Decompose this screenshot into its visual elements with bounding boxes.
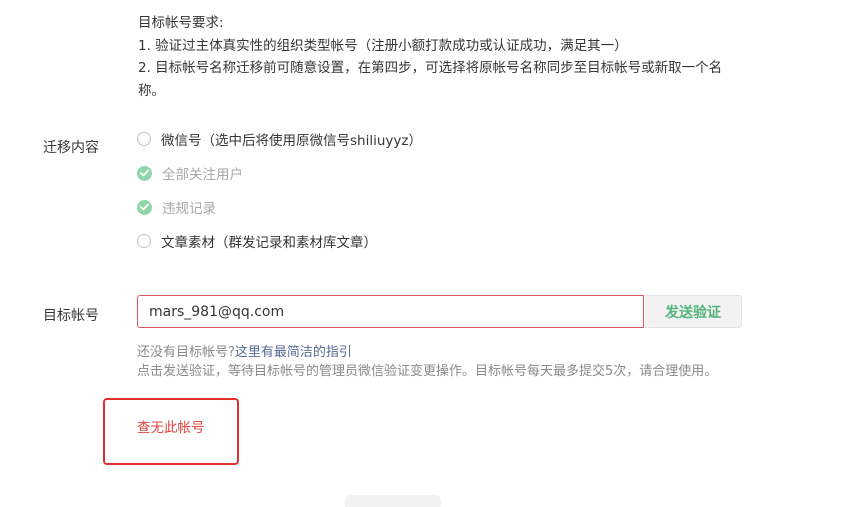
- no-account-text: 还没有目标帐号?: [137, 345, 235, 360]
- requirement-1: 1. 验证过主体真实性的组织类型帐号（注册小额打款成功或认证成功，满足其一）: [138, 37, 628, 54]
- option-wechat-id[interactable]: 微信号（选中后将使用原微信号shiliuyyz）: [137, 129, 422, 149]
- requirements-block: 目标帐号要求: 1. 验证过主体真实性的组织类型帐号（注册小额打款成功或认证成功…: [138, 12, 748, 102]
- requirement-2: 2. 目标帐号名称迁移前可随意设置，在第四步，可选择将原帐号名称同步至目标帐号或…: [138, 60, 723, 99]
- option-label: 全部关注用户: [162, 167, 243, 183]
- verification-note: 点击发送验证，等待目标帐号的管理员微信验证变更操作。目标帐号每天最多提交5次，请…: [137, 364, 718, 379]
- migration-content-label: 迁移内容: [43, 140, 99, 156]
- option-label: 违规记录: [162, 201, 216, 217]
- requirements-title: 目标帐号要求:: [138, 15, 224, 31]
- option-label: 文章素材（群发记录和素材库文章）: [161, 235, 377, 251]
- target-account-label: 目标帐号: [43, 308, 99, 324]
- option-violation-records: 违规记录: [137, 197, 216, 217]
- check-circle-icon: [137, 199, 152, 215]
- radio-unchecked-icon[interactable]: [137, 234, 151, 248]
- option-label: 微信号（选中后将使用原微信号shiliuyyz）: [161, 133, 422, 149]
- send-verification-button[interactable]: 发送验证: [645, 295, 742, 328]
- target-account-input[interactable]: [149, 303, 643, 320]
- migration-form: 目标帐号要求: 1. 验证过主体真实性的组织类型帐号（注册小额打款成功或认证成功…: [0, 0, 843, 507]
- target-account-field[interactable]: [137, 295, 644, 328]
- guide-link[interactable]: 这里有最简洁的指引: [235, 345, 352, 360]
- check-circle-icon: [137, 165, 152, 181]
- option-articles[interactable]: 文章素材（群发记录和素材库文章）: [137, 231, 377, 251]
- error-message: 查无此帐号: [137, 420, 205, 436]
- no-account-hint: 还没有目标帐号?这里有最简洁的指引: [137, 341, 352, 360]
- radio-unchecked-icon[interactable]: [137, 132, 151, 146]
- bottom-button[interactable]: [345, 495, 441, 507]
- option-followers: 全部关注用户: [137, 163, 243, 183]
